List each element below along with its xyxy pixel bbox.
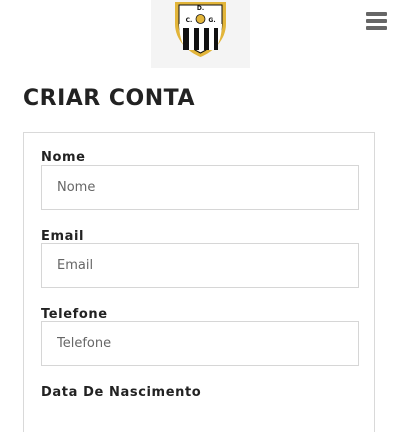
menu-bar xyxy=(366,19,387,23)
page-title: CRIAR CONTA xyxy=(23,86,195,111)
menu-bar xyxy=(366,26,387,30)
name-input[interactable] xyxy=(41,165,359,210)
hamburger-menu-icon[interactable] xyxy=(366,9,391,31)
club-crest-icon: D. C. G. xyxy=(175,2,226,57)
svg-text:G.: G. xyxy=(208,17,215,24)
email-input[interactable] xyxy=(41,243,359,288)
name-label: Nome xyxy=(41,150,86,165)
svg-text:C.: C. xyxy=(186,17,193,24)
svg-text:D.: D. xyxy=(197,5,204,12)
birthdate-label: Data De Nascimento xyxy=(41,385,202,400)
menu-bar xyxy=(366,12,387,16)
header-logo[interactable]: D. C. G. xyxy=(151,0,250,68)
phone-input[interactable] xyxy=(41,321,359,366)
